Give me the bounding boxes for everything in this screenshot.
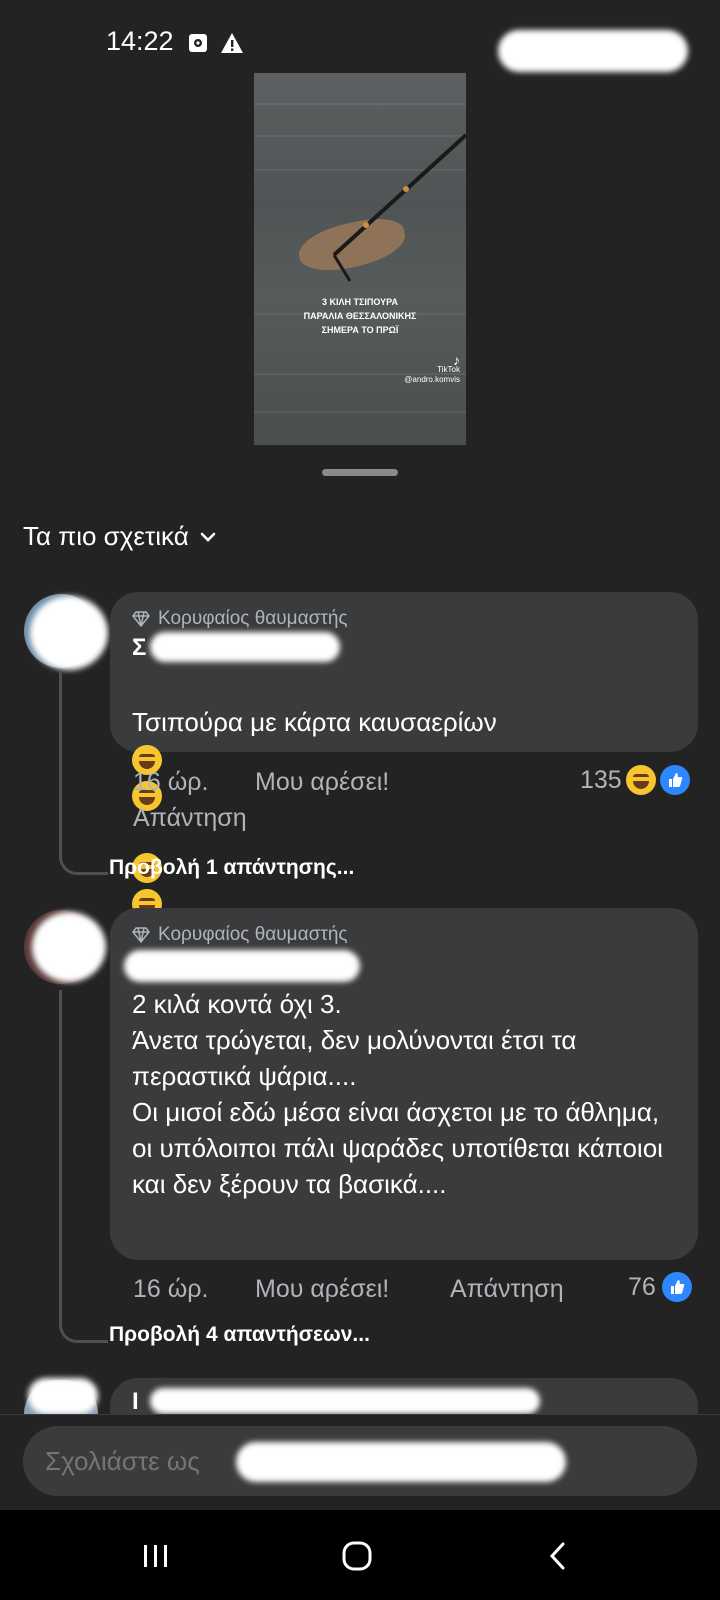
tiktok-watermark: ♪ TikTok @andro.komvis xyxy=(404,352,460,384)
drag-handle[interactable] xyxy=(322,469,398,476)
like-icon xyxy=(659,765,690,795)
recent-apps-button[interactable] xyxy=(136,1536,176,1576)
redaction-status-icons xyxy=(498,30,688,72)
reply-button[interactable]: Απάντηση xyxy=(133,804,247,833)
comment-time: 16 ώρ. xyxy=(133,1275,209,1303)
thread-line xyxy=(59,990,108,1343)
fishing-rod xyxy=(332,133,466,282)
view-replies-link[interactable]: Προβολή 4 απαντήσεων... xyxy=(109,1323,370,1347)
screenshot-icon xyxy=(189,34,207,52)
status-time: 14:22 xyxy=(106,26,174,56)
diamond-icon xyxy=(132,927,150,943)
home-button[interactable] xyxy=(337,1536,377,1576)
like-button[interactable]: Μου αρέσει! xyxy=(255,1275,389,1304)
thread-line xyxy=(59,672,108,875)
redaction-name xyxy=(150,1388,540,1414)
chevron-down-icon xyxy=(200,532,216,542)
comment-time: 16 ώρ. xyxy=(133,768,209,796)
warning-icon xyxy=(221,33,243,53)
comment-author[interactable]: Σ xyxy=(132,634,146,662)
reply-button[interactable]: Απάντηση xyxy=(450,1275,564,1304)
back-button[interactable] xyxy=(538,1536,578,1576)
haha-icon xyxy=(625,765,656,795)
top-fan-badge: Κορυφαίος θαυμαστής xyxy=(132,924,348,946)
home-icon xyxy=(342,1541,372,1571)
view-replies-link[interactable]: Προβολή 1 απάντησης... xyxy=(109,856,354,880)
redaction-name xyxy=(124,950,360,982)
redaction-avatar xyxy=(30,596,108,670)
back-icon xyxy=(549,1542,565,1570)
top-fan-badge: Κορυφαίος θαυμαστής xyxy=(132,608,348,630)
comment-author[interactable]: Ι xyxy=(132,1388,139,1416)
redaction-avatar xyxy=(28,1378,98,1414)
reaction-summary[interactable]: 76 xyxy=(628,1272,692,1302)
like-icon xyxy=(661,1272,692,1302)
redaction-name xyxy=(150,632,340,662)
video-thumbnail[interactable]: 3 ΚΙΛΗ ΤΣΙΠΟΥΡΑ ΠΑΡΑΛΙΑ ΘΕΣΣΑΛΟΝΙΚΗΣ ΣΗΜ… xyxy=(254,73,466,445)
recent-apps-icon xyxy=(144,1545,167,1567)
reaction-summary[interactable]: 135 xyxy=(580,765,690,795)
redaction-avatar xyxy=(32,912,106,982)
like-button[interactable]: Μου αρέσει! xyxy=(255,768,389,797)
sort-label: Τα πιο σχετικά xyxy=(23,521,189,551)
comment-text: 2 κιλά κοντά όχι 3. Άνετα τρώγεται, δεν … xyxy=(132,989,663,1199)
video-caption: 3 ΚΙΛΗ ΤΣΙΠΟΥΡΑ ΠΑΡΑΛΙΑ ΘΕΣΣΑΛΟΝΙΚΗΣ ΣΗΜ… xyxy=(303,297,417,335)
tiktok-icon: ♪ xyxy=(453,352,460,368)
redaction-commenter-name xyxy=(236,1442,566,1482)
diamond-icon xyxy=(132,611,150,627)
sort-dropdown[interactable]: Τα πιο σχετικά xyxy=(23,521,217,552)
